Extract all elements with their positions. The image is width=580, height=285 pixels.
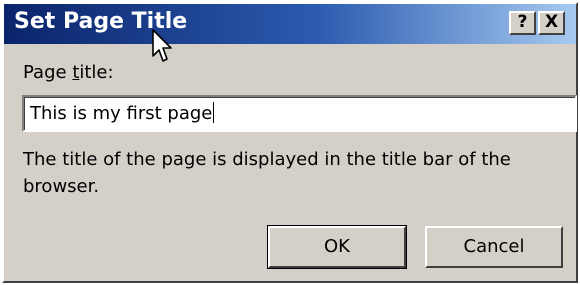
page-title-input[interactable]: This is my first page (22, 95, 577, 132)
ok-button[interactable]: OK (267, 225, 407, 269)
label-prefix: Page (23, 62, 73, 83)
label-suffix: itle: (79, 62, 114, 83)
page-title-label: Page title: (23, 62, 114, 83)
close-button[interactable]: X (538, 11, 565, 35)
mouse-pointer-icon (152, 29, 172, 62)
text-caret (213, 102, 215, 123)
title-bar[interactable]: Set Page Title ? X (4, 4, 576, 44)
cancel-button[interactable]: Cancel (425, 226, 563, 268)
help-button[interactable]: ? (509, 11, 536, 35)
set-page-title-dialog: Set Page Title ? X Page title: This is m… (2, 2, 578, 283)
description-text: The title of the page is displayed in th… (23, 149, 511, 197)
page-title-input-value: This is my first page (30, 103, 213, 124)
